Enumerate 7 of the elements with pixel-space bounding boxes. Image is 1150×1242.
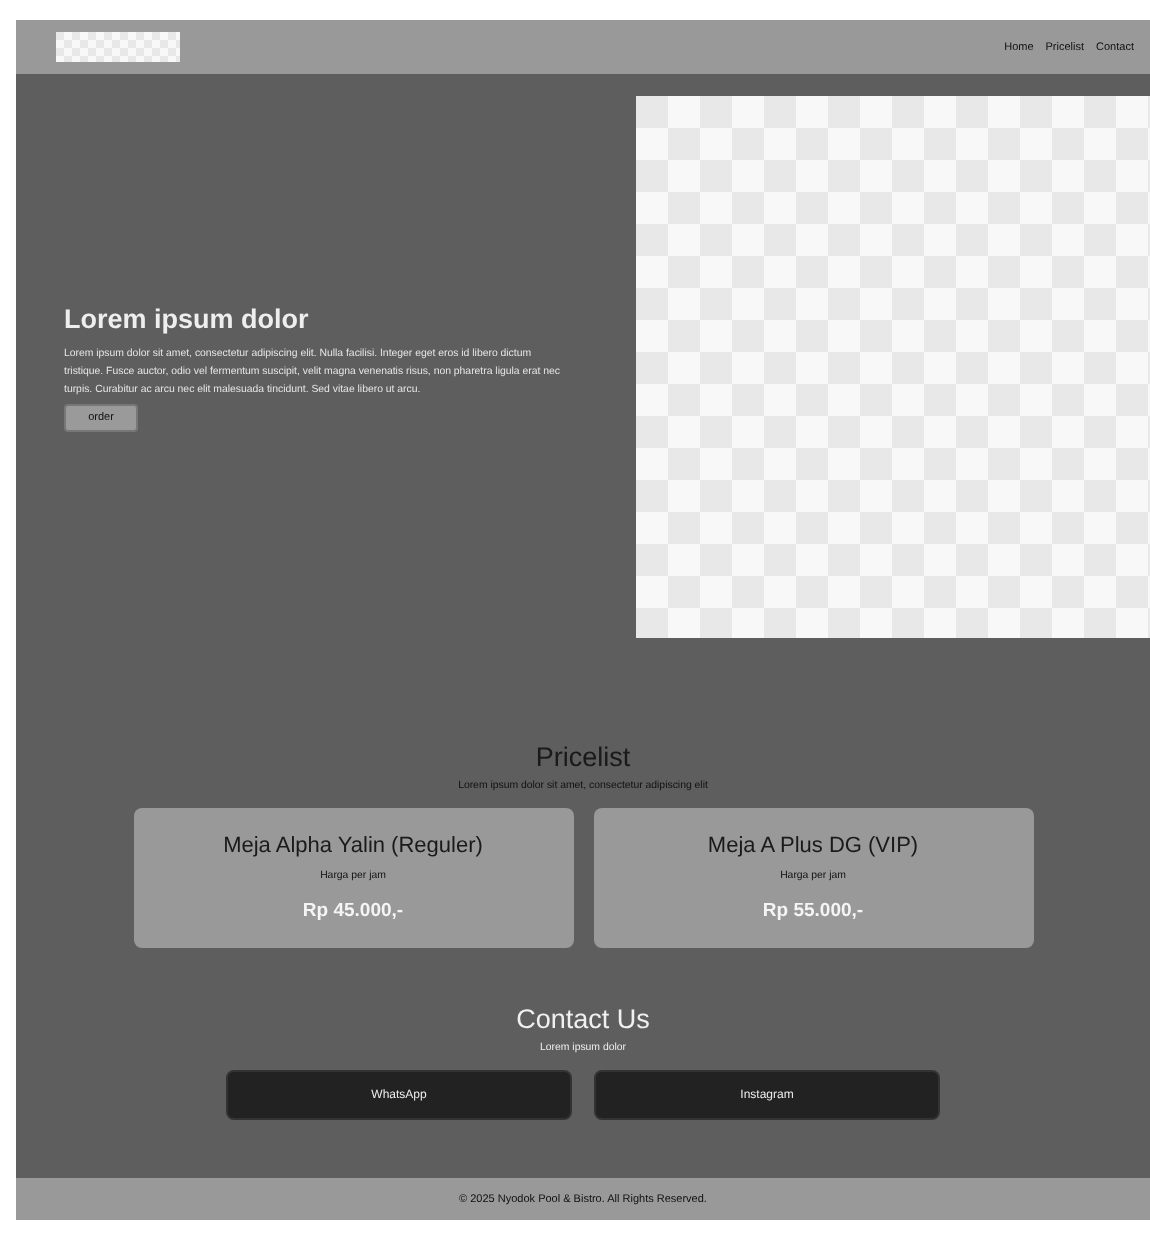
price: Rp 45.000,- [302, 900, 404, 922]
table-name: Meja Alpha Yalin (Reguler) [223, 834, 483, 858]
section-title: Pricelist [535, 742, 631, 772]
hero-title: Lorem ipsum dolor [64, 303, 309, 333]
section-title: Contact Us [516, 1004, 650, 1034]
price: Rp 55.000,- [762, 900, 864, 922]
table-name: Meja A Plus DG (VIP) [707, 834, 919, 858]
